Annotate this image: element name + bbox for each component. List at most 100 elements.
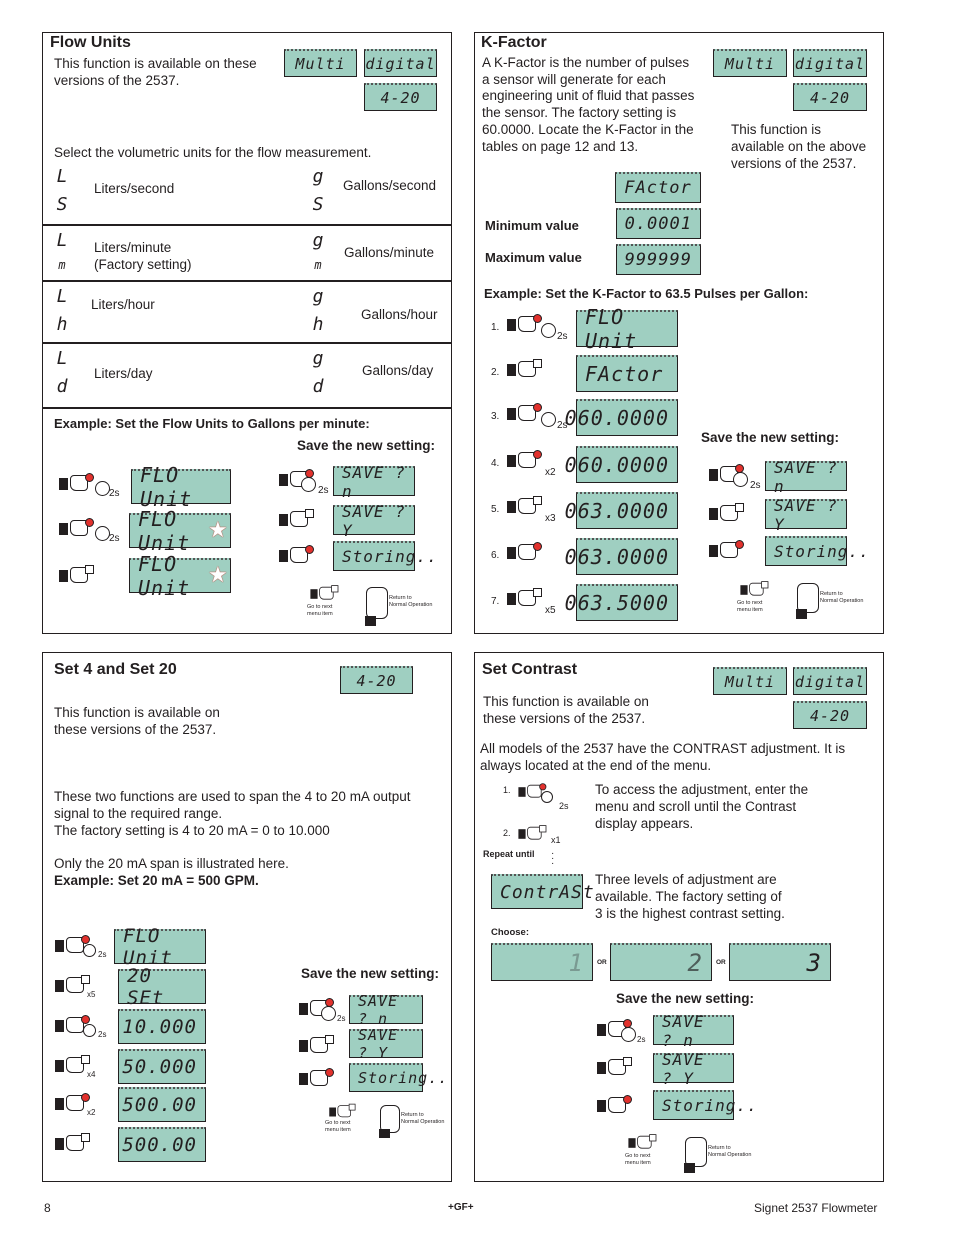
lcd-display: 063.0000	[565, 492, 678, 529]
timer-icon	[301, 477, 316, 492]
version-lcd-multi: Multi	[713, 667, 787, 695]
set-4-20-avail: This function is available on these versi…	[54, 705, 220, 737]
step-modifier-label: 2s	[98, 950, 107, 959]
flow-units-panel: Flow Units This function is available on…	[42, 32, 452, 634]
set-4-20-panel: Set 4 and Set 20 4-20 This function is a…	[42, 652, 452, 1182]
step-modifier-label: x5	[545, 605, 556, 616]
hand-press-icon	[518, 825, 547, 843]
return-label: Return to Normal Operation	[820, 591, 864, 604]
hand-press-icon	[709, 503, 744, 525]
hand-press-icon	[507, 314, 542, 336]
step-number: 2.	[503, 828, 511, 838]
step-modifier-label: x5	[87, 990, 96, 999]
unit-glyph-h: h	[56, 314, 68, 335]
press-count-label: x1	[551, 835, 561, 845]
version-lcd-digital: digital	[793, 49, 867, 77]
blink-star-icon: ★	[208, 562, 228, 587]
version-lcd-4-20: 4-20	[793, 701, 867, 729]
ellipsis-vertical-icon: · · ·	[551, 848, 555, 869]
hand-press-icon	[55, 975, 90, 997]
unit-glyph-g: g	[312, 230, 324, 251]
hand-press-icon	[59, 473, 94, 495]
gf-logo: +GF+	[448, 1202, 474, 1213]
step-modifier-label: x4	[87, 1070, 96, 1079]
unit-glyph-m: m	[314, 258, 322, 272]
version-lcd-digital: digital	[793, 667, 867, 695]
step-number: 1.	[491, 322, 500, 333]
contrast-option-2[interactable]: 2	[610, 943, 712, 981]
timer-icon	[733, 472, 748, 487]
page-number: 8	[44, 1201, 51, 1215]
blink-star-icon: ★	[208, 517, 228, 542]
contrast-panel: Set Contrast This function is available …	[474, 652, 884, 1182]
save-title: Save the new setting:	[297, 438, 436, 453]
lcd-display: SAVE ? Y	[653, 1050, 734, 1088]
hand-press-icon	[597, 1095, 632, 1117]
hand-press-icon	[279, 509, 314, 531]
flow-units-avail-1: This function is available on these	[54, 56, 257, 71]
lcd-display: 10.000	[118, 1009, 206, 1044]
lcd-display: 060.0000	[565, 399, 678, 436]
unit-glyph-s: S	[312, 194, 324, 215]
hand-press-icon	[507, 542, 542, 564]
unit-label: Gallons/minute	[344, 245, 435, 260]
unit-glyph-l: L	[56, 286, 68, 307]
timer-icon	[83, 944, 96, 957]
lcd-display: SAVE ? Y	[333, 502, 415, 540]
lcd-display: Storing..	[333, 541, 437, 571]
flow-units-select-text: Select the volumetric units for the flow…	[54, 145, 372, 160]
set-4-20-desc: These two functions are used to span the…	[54, 789, 411, 838]
unit-glyph-l: L	[56, 348, 68, 369]
flow-units-avail-2: versions of the 2537.	[54, 73, 180, 88]
hand-press-icon	[55, 1093, 90, 1115]
contrast-access-text: To access the adjustment, enter the menu …	[595, 782, 809, 831]
go-next-icon	[740, 581, 769, 599]
go-next-label: Go to next menu item	[307, 604, 333, 617]
contrast-levels-text: Three levels of adjustment are available.…	[595, 872, 785, 921]
hand-press-icon	[299, 1035, 334, 1057]
save-title: Save the new setting:	[616, 991, 755, 1006]
contrast-option-1[interactable]: 1	[491, 943, 593, 981]
step-number: 4.	[491, 458, 500, 469]
lcd-display: SAVE ? n	[349, 992, 423, 1028]
contrast-title: Set Contrast	[482, 661, 578, 678]
flow-units-example: Example: Set the Flow Units to Gallons p…	[54, 416, 370, 431]
k-factor-desc: A K-Factor is the number of pulses a sens…	[482, 55, 695, 154]
hand-base-icon	[379, 1129, 390, 1138]
hand-press-icon	[507, 359, 542, 381]
go-next-label: Go to next menu item	[737, 600, 763, 613]
hand-press-icon	[507, 496, 542, 518]
hand-press-icon	[597, 1057, 632, 1079]
hand-press-icon	[709, 540, 744, 562]
unit-label: Gallons/hour	[361, 307, 438, 322]
lcd-display: FActor	[576, 355, 678, 392]
timer-label: 2s	[337, 1014, 346, 1023]
unit-glyph-l: L	[56, 230, 68, 251]
timer-icon	[541, 791, 553, 803]
contrast-option-3[interactable]: 3	[729, 943, 831, 981]
k-factor-example: Example: Set the K-Factor to 63.5 Pulses…	[484, 286, 809, 301]
timer-label: 2s	[750, 480, 761, 491]
step-number: 5.	[491, 504, 500, 515]
unit-label: Gallons/second	[343, 178, 437, 193]
lcd-display: 060.0000	[565, 446, 678, 483]
save-title: Save the new setting:	[301, 966, 440, 981]
timer-icon	[621, 1027, 636, 1042]
set-4-20-note: Only the 20 mA span is illustrated here.	[54, 856, 289, 871]
unit-glyph-g: g	[312, 166, 324, 187]
row-divider	[43, 407, 451, 409]
unit-glyph-d: d	[312, 376, 324, 397]
max-value-lcd: 999999	[616, 244, 701, 275]
unit-label: Liters/second	[94, 181, 175, 196]
row-divider	[43, 342, 451, 344]
go-next-label: Go to next menu item	[625, 1153, 651, 1166]
unit-glyph-s: S	[56, 194, 68, 215]
step-number: 3.	[491, 411, 500, 422]
step-number: 6.	[491, 550, 500, 561]
or-label: OR	[597, 959, 607, 966]
lcd-display: SAVE ? Y	[349, 1026, 423, 1062]
step-number: 2.	[491, 367, 500, 378]
timer-icon	[541, 323, 556, 338]
step-modifier-label: 2s	[557, 331, 568, 342]
unit-glyph-g: g	[312, 286, 324, 307]
